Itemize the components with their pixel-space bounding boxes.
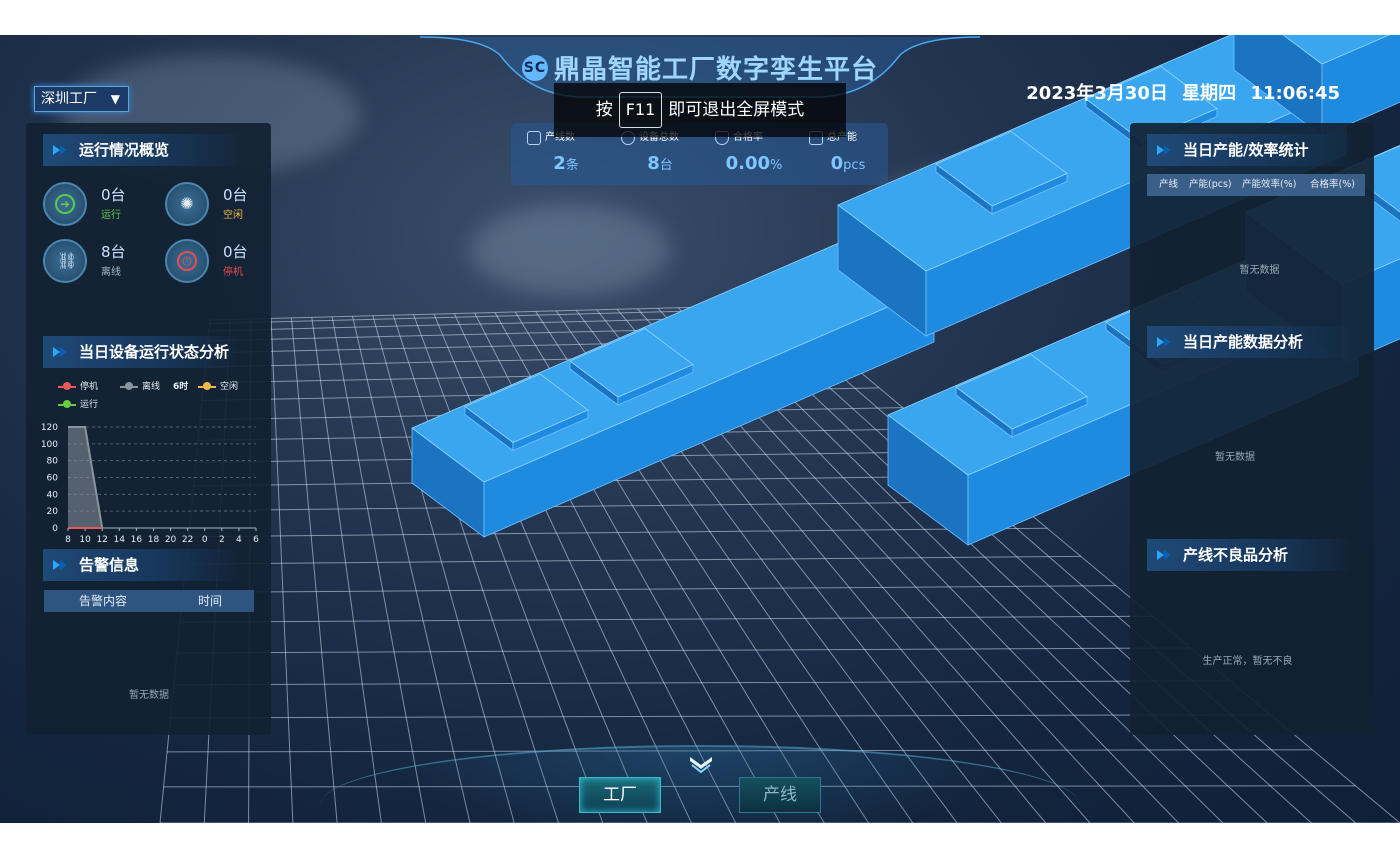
legend-page-indicator: 6时 [173, 382, 189, 392]
weekday-text: 星期四 [1182, 83, 1237, 104]
col-capacity: 产能(pcs) [1189, 179, 1232, 190]
x-tick-label: 18 [148, 535, 160, 545]
floor-grid-line [173, 680, 1230, 686]
left-panel: 运行情况概览 ➜ 0台 运行 ✺ 0台 空闲 ⛓ 8台 离线 ⏻ 0台 停机 当… [26, 123, 271, 735]
y-tick-label: 120 [41, 423, 58, 433]
floor-grid-line [191, 500, 1016, 512]
analysis-title: 当日设备运行状态分析 [43, 336, 243, 368]
floor-grid-line [372, 315, 515, 823]
power-icon: ⏻ [177, 251, 197, 271]
floor-grid-line [188, 527, 1048, 538]
col-pass-rate: 合格率(%) [1310, 179, 1355, 190]
y-tick-label: 40 [47, 490, 59, 500]
floor-grid-line [179, 615, 1153, 623]
key-f11: F11 [618, 92, 663, 128]
defect-title: 产线不良品分析 [1147, 539, 1357, 571]
x-tick-label: 14 [114, 535, 126, 545]
col-efficiency: 产能效率(%) [1242, 179, 1297, 190]
alarm-table-header: 告警内容 时间 [44, 590, 254, 612]
x-tick-label: 2 [219, 535, 225, 545]
status-stopped: ⏻ 0台 停机 [165, 239, 275, 289]
line-view-button[interactable]: 产线 [739, 777, 821, 813]
efficiency-title: 当日产能/效率统计 [1147, 134, 1357, 166]
col-line: 产线 [1159, 179, 1179, 190]
y-tick-label: 100 [41, 440, 58, 450]
fullscreen-hint: 按 F11 即可退出全屏模式 [554, 83, 846, 137]
x-tick-label: 0 [202, 535, 208, 545]
x-tick-label: 4 [236, 535, 242, 545]
x-tick-label: 8 [65, 535, 71, 545]
x-tick-label: 20 [165, 535, 177, 545]
floor-grid-line [182, 585, 1116, 594]
arrow-right-icon: ➜ [55, 194, 75, 214]
caret-down-icon: ▼ [110, 92, 120, 106]
alarm-empty-text: 暂无数据 [129, 690, 169, 701]
factory-select[interactable]: 深圳工厂 ▼ [34, 86, 129, 112]
legend-running[interactable]: 运行 [58, 397, 98, 410]
status-offline: ⛓ 8台 离线 [43, 239, 153, 289]
legend-offline[interactable]: 离线 [120, 379, 160, 392]
status-area-chart[interactable]: 0 20 40 60 80 100 120 8 10 12 14 16 18 20 22 0 2 4 6 [34, 419, 264, 547]
legend-idle[interactable]: 空闲 [198, 379, 238, 392]
x-tick-label: 22 [182, 535, 193, 545]
defect-empty-text: 生产正常，暂无不良 [1202, 656, 1293, 667]
right-panel: 当日产能/效率统计 当日产能数据分析 产线不良品分析 [1130, 123, 1374, 735]
chart-legend: 停机 离线 6时 空闲 运行 [58, 379, 268, 415]
loading-icon: ✺ [180, 194, 194, 213]
efficiency-empty-text: 暂无数据 [1239, 265, 1280, 276]
floor-grid-line [176, 647, 1191, 654]
status-idle: ✺ 0台 空闲 [165, 182, 275, 232]
chevron-down-icon[interactable] [688, 755, 714, 775]
alarm-col-content: 告警内容 [79, 594, 128, 608]
status-running: ➜ 0台 运行 [43, 182, 153, 232]
x-tick-label: 10 [79, 535, 91, 545]
capacity-title: 当日产能数据分析 [1147, 326, 1357, 358]
link-icon: ⛓ [57, 251, 78, 270]
floor-grid-line [290, 317, 338, 823]
flow-icon [527, 131, 541, 145]
floor-grid-line [185, 555, 1081, 565]
floor-grid-line [270, 318, 294, 823]
series-area-离线 [68, 427, 256, 528]
factory-select-value: 深圳工厂 [41, 91, 97, 107]
dashboard-app: SC 鼎晶智能工厂数字孪生平台 深圳工厂 ▼ 2023年3月30日 星期四 11:… [0, 35, 1400, 823]
alarm-title: 告警信息 [43, 549, 243, 581]
logo-icon: SC [521, 55, 548, 81]
x-tick-label: 6 [253, 535, 259, 545]
alarm-col-time: 时间 [198, 594, 223, 608]
x-tick-label: 12 [96, 535, 107, 545]
datetime: 2023年3月30日 星期四 11:06:45 [1026, 79, 1340, 105]
capacity-empty-text: 暂无数据 [1215, 452, 1255, 463]
efficiency-table-header: 产线 产能(pcs) 产能效率(%) 合格率(%) [1147, 174, 1365, 196]
y-tick-label: 80 [47, 457, 59, 467]
legend-stopped[interactable]: 停机 [58, 379, 98, 392]
factory-view-button[interactable]: 工厂 [579, 777, 661, 813]
date-text: 2023年3月30日 [1026, 83, 1168, 104]
overview-title: 运行情况概览 [43, 134, 243, 166]
x-tick-label: 16 [131, 535, 143, 545]
floor-grid-line [170, 714, 1271, 719]
y-tick-label: 60 [47, 474, 59, 484]
y-tick-label: 20 [47, 507, 59, 517]
time-text: 11:06:45 [1250, 83, 1340, 104]
y-tick-label: 0 [52, 524, 58, 534]
